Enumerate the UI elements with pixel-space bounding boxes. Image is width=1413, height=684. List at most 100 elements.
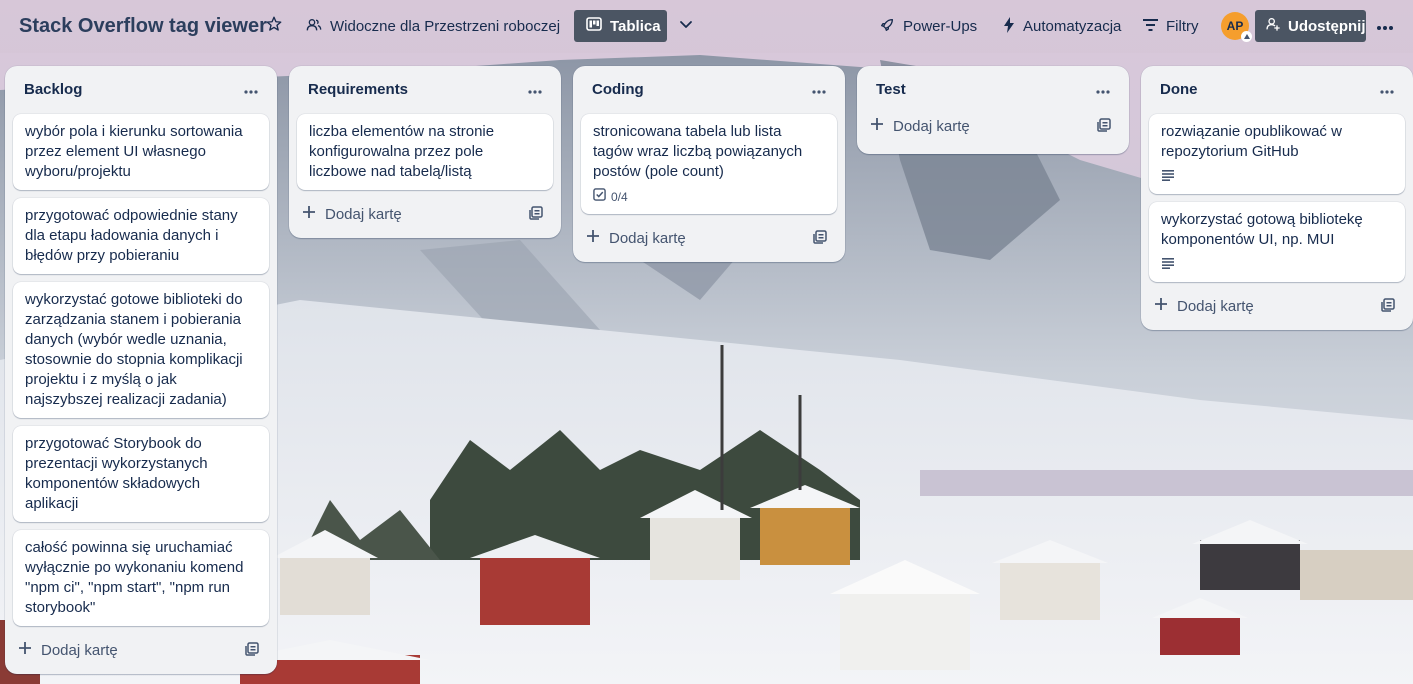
card[interactable]: rozwiązanie opublikować w repozytorium G… [1149,114,1405,194]
lightning-icon [1003,16,1023,37]
card-title: wybór pola i kierunku sortowania przez e… [25,123,243,180]
add-card-label: Dodaj kartę [893,117,970,135]
list-backlog: Backlog wybór pola i kierunku sortowania… [5,66,277,674]
list-title[interactable]: Done [1160,81,1198,98]
add-card-label: Dodaj kartę [325,205,402,223]
add-card-button[interactable]: Dodaj kartę [870,110,970,142]
add-person-icon [1265,16,1288,36]
share-button[interactable]: Udostępnij [1255,10,1366,42]
card[interactable]: przygotować odpowiednie stany dla etapu … [13,198,269,274]
list-title[interactable]: Requirements [308,81,408,98]
template-icon [1097,118,1111,136]
card[interactable]: liczba elementów na stronie konfigurowal… [297,114,553,190]
card[interactable]: przygotować Storybook do prezentacji wyk… [13,426,269,522]
automation-label: Automatyzacja [1023,18,1122,35]
list-done: Done rozwiązanie opublikować w repozytor… [1141,66,1413,330]
plus-icon [302,205,325,223]
board-view-button[interactable]: Tablica [574,10,667,42]
share-label: Udostępnij [1288,17,1366,35]
star-button[interactable] [265,0,283,53]
template-icon [813,230,827,248]
list-menu-button[interactable] [1093,80,1113,100]
template-icon [529,206,543,224]
card[interactable]: wykorzystać gotowe biblioteki do zarządz… [13,282,269,418]
checklist-badge: 0/4 [593,188,825,206]
admin-badge-icon [1241,31,1252,42]
plus-icon [1154,297,1177,315]
checklist-icon [593,187,611,207]
card[interactable]: całość powinna się uruchamiać wyłącznie … [13,530,269,626]
list-header: Requirements [289,66,561,114]
add-card-button[interactable]: Dodaj kartę [586,222,686,254]
board-icon [586,17,610,35]
people-icon [306,17,330,37]
description-icon [1161,167,1180,187]
add-card-label: Dodaj kartę [41,641,118,659]
add-card-label: Dodaj kartę [1177,297,1254,315]
card-title: liczba elementów na stronie konfigurowal… [309,123,495,180]
description-icon [1161,255,1180,275]
views-dropdown-button[interactable] [678,0,694,53]
member-avatar[interactable]: AP [1221,12,1252,42]
star-icon [265,15,283,38]
add-card-label: Dodaj kartę [609,229,686,247]
checklist-count: 0/4 [611,190,628,204]
card[interactable]: wykorzystać gotową bibliotekę komponentó… [1149,202,1405,282]
board-header: Stack Overflow tag viewer Widoczne dla P… [0,0,1413,53]
filters-label: Filtry [1166,18,1199,35]
create-from-template-button[interactable] [245,642,261,658]
create-from-template-button[interactable] [813,230,829,246]
create-from-template-button[interactable] [1097,118,1113,134]
create-from-template-button[interactable] [1381,298,1397,314]
chevron-down-icon [678,16,694,37]
create-from-template-button[interactable] [529,206,545,222]
card-title: stronicowana tabela lub lista tagów wraz… [593,123,803,180]
list-menu-button[interactable] [1377,80,1397,100]
list-requirements: Requirements liczba elementów na stronie… [289,66,561,238]
card-title: wykorzystać gotowe biblioteki do zarządz… [25,291,243,408]
card-title: całość powinna się uruchamiać wyłącznie … [25,539,244,616]
template-icon [1381,298,1395,316]
list-menu-button[interactable] [525,80,545,100]
template-icon [245,642,259,660]
add-card-button[interactable]: Dodaj kartę [1154,290,1254,322]
avatar-initials: AP [1226,19,1244,33]
more-icon [244,81,258,99]
more-icon [1096,81,1110,99]
powerups-label: Power-Ups [903,18,978,35]
filters-button[interactable]: Filtry [1143,0,1199,53]
rocket-icon [879,17,903,37]
list-title[interactable]: Test [876,81,906,98]
plus-icon [870,117,893,135]
board-view-label: Tablica [610,17,661,35]
automation-button[interactable]: Automatyzacja [1003,0,1121,53]
card-title: przygotować odpowiednie stany dla etapu … [25,207,238,264]
filter-icon [1143,18,1166,35]
more-icon [1380,81,1394,99]
add-card-button[interactable]: Dodaj kartę [302,198,402,230]
card-title: wykorzystać gotową bibliotekę komponentó… [1161,211,1363,248]
plus-icon [586,229,609,247]
list-menu-button[interactable] [241,80,261,100]
card[interactable]: stronicowana tabela lub lista tagów wraz… [581,114,837,214]
description-badge [1161,168,1393,186]
powerups-button[interactable]: Power-Ups [879,0,977,53]
more-icon [812,81,826,99]
description-badge [1161,256,1393,274]
more-icon [1376,18,1394,36]
visibility-button[interactable]: Widoczne dla Przestrzeni roboczej [306,0,560,53]
visibility-label: Widoczne dla Przestrzeni roboczej [330,18,561,35]
list-title[interactable]: Coding [592,81,644,98]
list-title[interactable]: Backlog [24,81,82,98]
card[interactable]: wybór pola i kierunku sortowania przez e… [13,114,269,190]
list-menu-button[interactable] [809,80,829,100]
list-header: Test [857,66,1129,114]
board-title[interactable]: Stack Overflow tag viewer [19,0,267,53]
card-title: przygotować Storybook do prezentacji wyk… [25,435,208,512]
card-title: rozwiązanie opublikować w repozytorium G… [1161,123,1342,160]
board-menu-button[interactable] [1376,0,1394,53]
add-card-button[interactable]: Dodaj kartę [18,634,118,666]
more-icon [528,81,542,99]
plus-icon [18,641,41,659]
list-header: Coding [573,66,845,114]
